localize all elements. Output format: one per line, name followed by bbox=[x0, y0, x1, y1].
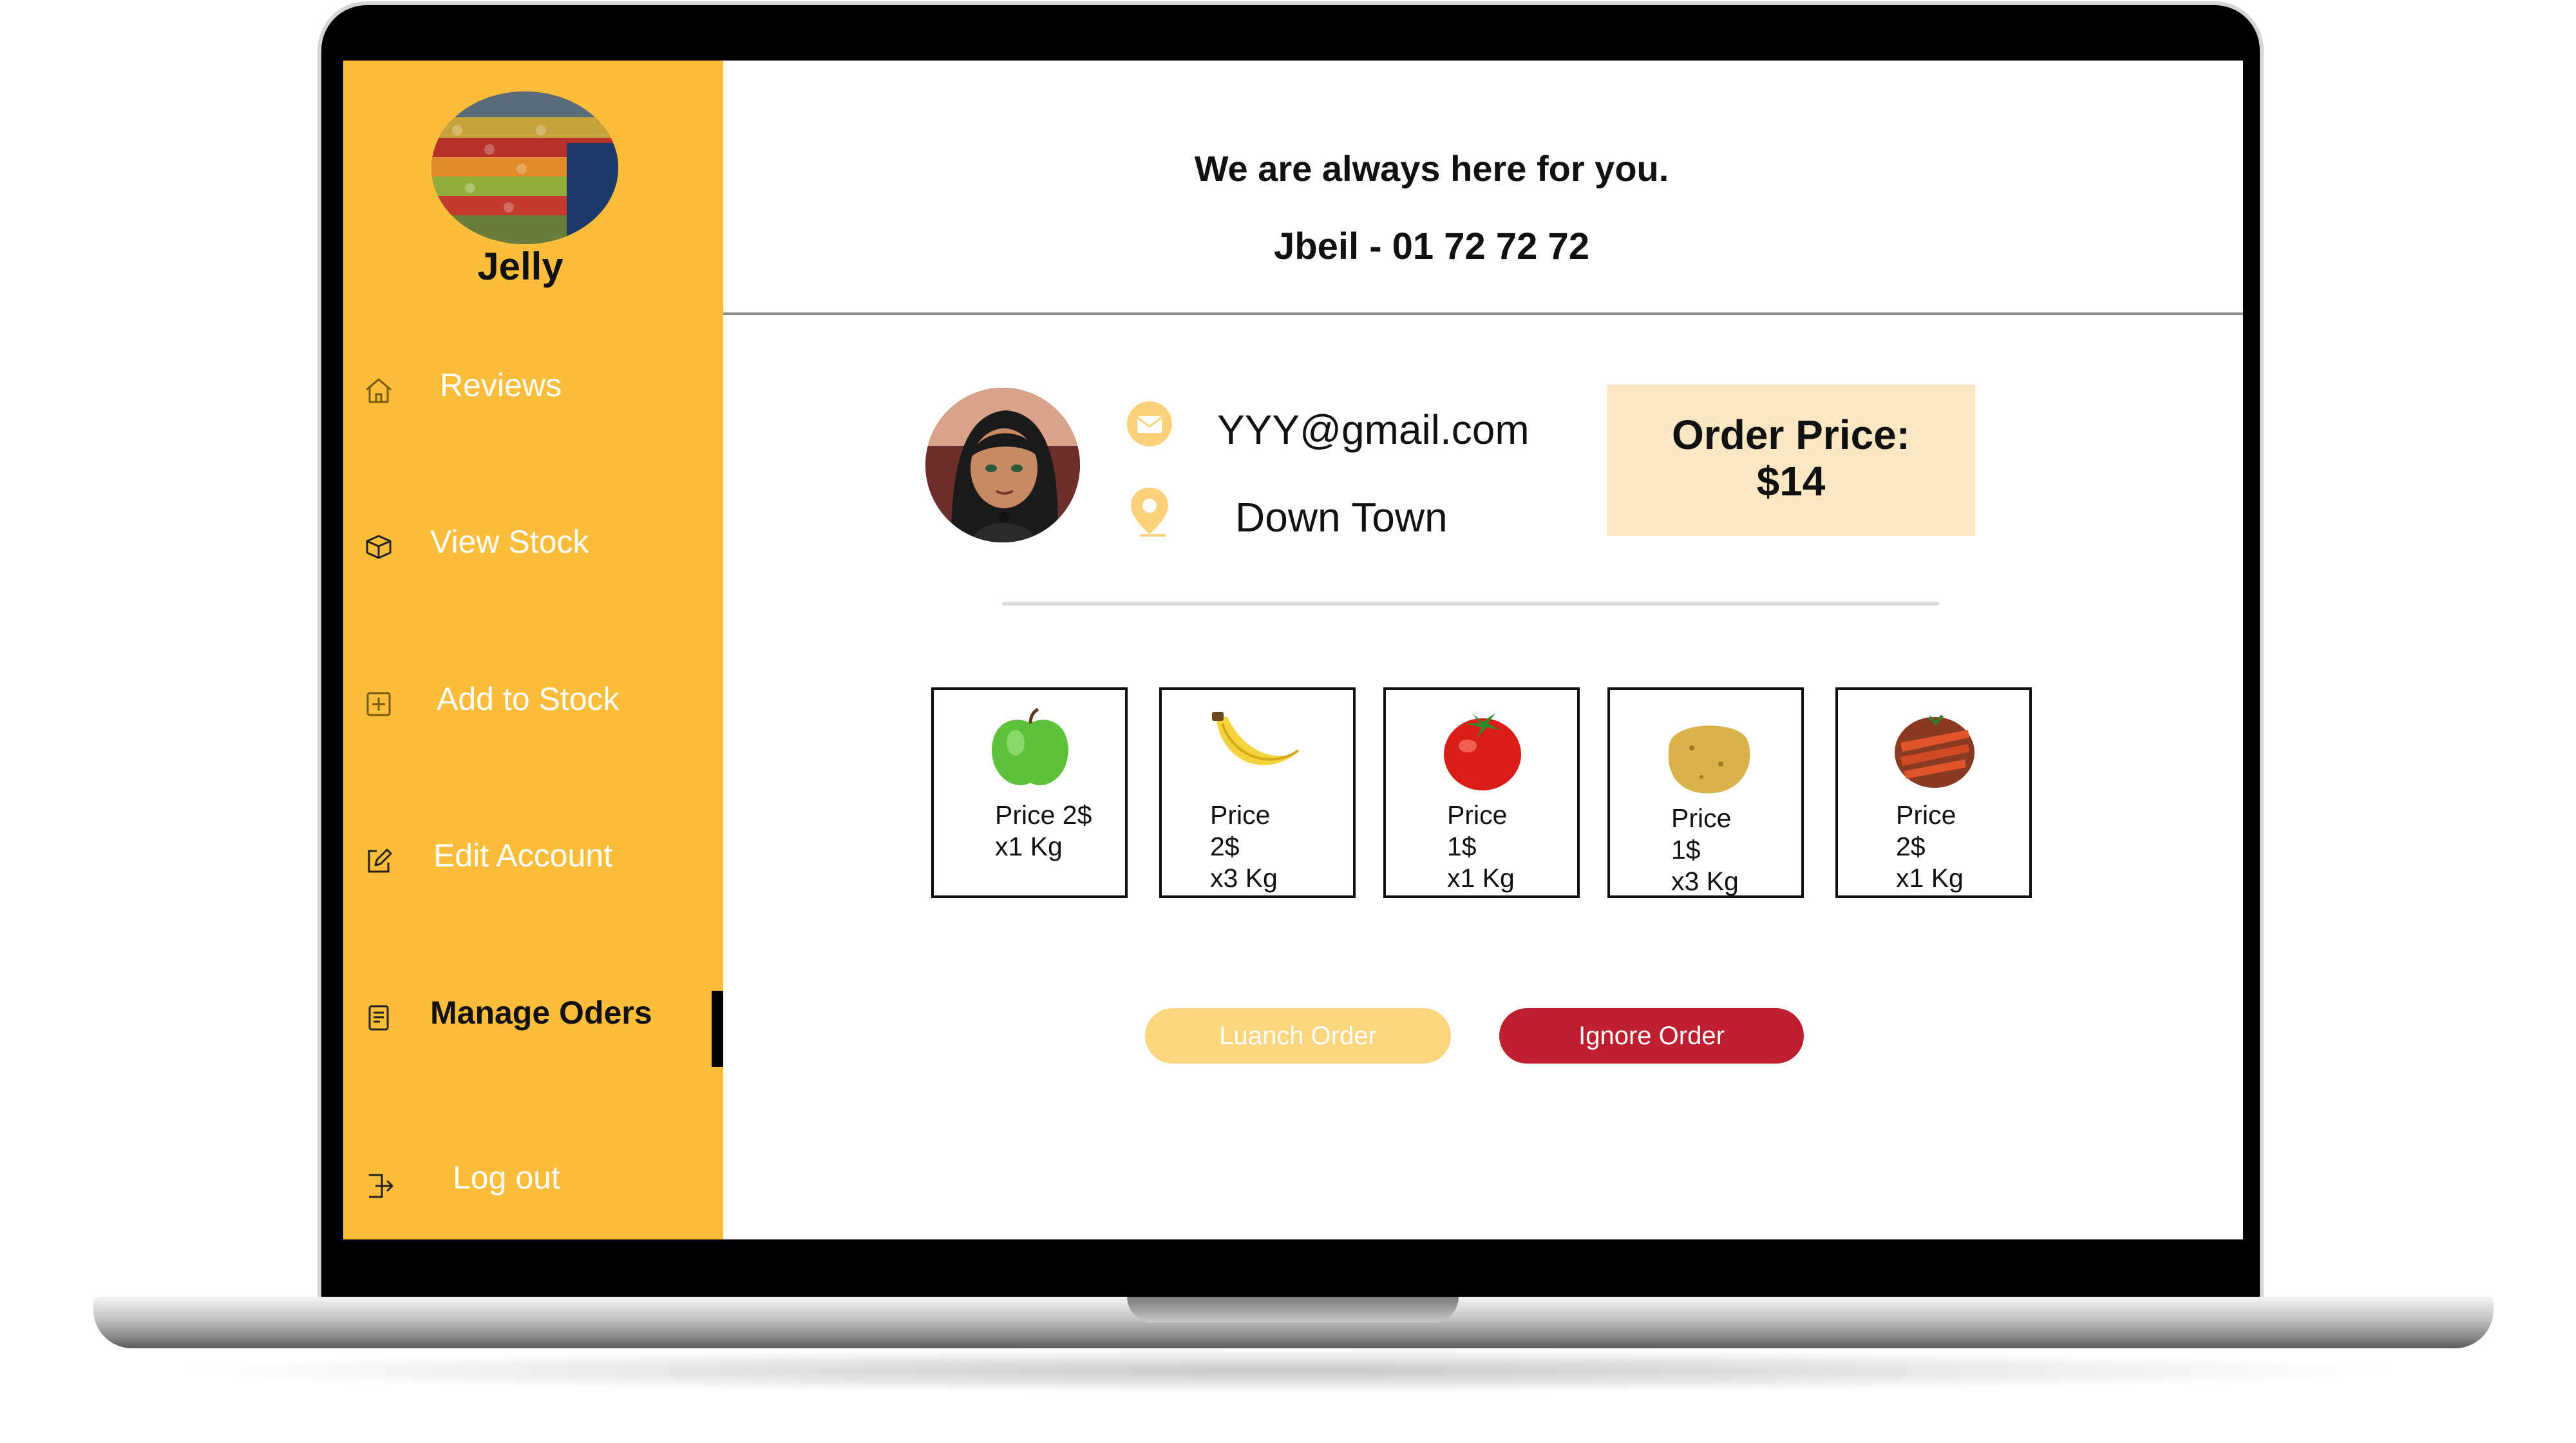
product-details: Price 2$ x1 Kg bbox=[995, 799, 1092, 863]
logout-icon bbox=[363, 1170, 395, 1202]
location-pin-icon bbox=[1121, 483, 1179, 540]
product-card-tomato[interactable]: Price 1$ x1 Kg bbox=[1383, 687, 1580, 898]
product-card-banana[interactable]: Price 2$ x3 Kg bbox=[1159, 687, 1356, 898]
product-details: Price 1$ x1 Kg bbox=[1447, 799, 1515, 894]
product-price-label: Price bbox=[1447, 800, 1508, 830]
product-price-label: Price bbox=[1896, 800, 1956, 830]
customer-avatar bbox=[925, 388, 1080, 542]
document-icon bbox=[363, 1002, 395, 1034]
launch-order-button[interactable]: Luanch Order bbox=[1145, 1008, 1451, 1064]
product-quantity: x1 Kg bbox=[1896, 863, 1964, 893]
laptop-notch bbox=[1127, 1297, 1459, 1323]
sidebar-item-reviews[interactable]: Reviews bbox=[343, 350, 723, 421]
carrot-image bbox=[1884, 704, 1984, 794]
sidebar-item-label: Edit Account bbox=[433, 837, 612, 874]
box-icon bbox=[363, 531, 395, 563]
product-price-label: Price bbox=[1671, 803, 1732, 833]
product-price: 2$ bbox=[1210, 832, 1240, 861]
sidebar-item-view-stock[interactable]: View Stock bbox=[343, 507, 723, 578]
main-header: We are always here for you. Jbeil - 01 7… bbox=[723, 61, 2243, 315]
order-price-label: Order Price: bbox=[1672, 412, 1910, 458]
product-quantity: x3 Kg bbox=[1671, 866, 1739, 896]
product-price-label: Price bbox=[1210, 800, 1271, 830]
potato-image bbox=[1656, 712, 1756, 803]
edit-icon bbox=[363, 845, 395, 877]
sidebar-item-label: Manage Oders bbox=[430, 995, 652, 1031]
product-details: Price 2$ x1 Kg bbox=[1896, 799, 1964, 894]
product-card-apple[interactable]: Price 2$ x1 Kg bbox=[931, 687, 1128, 898]
product-card-carrot[interactable]: Price 2$ x1 Kg bbox=[1835, 687, 2032, 898]
store-name: Jelly bbox=[477, 245, 564, 288]
sidebar-item-manage-orders[interactable]: Manage Oders bbox=[343, 978, 723, 1067]
sidebar: Jelly Reviews View Stock Add to Stock Ed… bbox=[343, 61, 723, 1239]
sidebar-item-edit-account[interactable]: Edit Account bbox=[343, 821, 723, 892]
active-indicator bbox=[712, 991, 723, 1067]
app-screen: Jelly Reviews View Stock Add to Stock Ed… bbox=[343, 61, 2243, 1239]
product-quantity: x3 Kg bbox=[1210, 863, 1278, 893]
sidebar-item-label: Add to Stock bbox=[437, 681, 620, 717]
product-details: Price 1$ x3 Kg bbox=[1671, 803, 1739, 897]
product-details: Price 2$ x3 Kg bbox=[1210, 799, 1278, 894]
customer-email: YYY@gmail.com bbox=[1217, 406, 1530, 453]
header-contact: Jbeil - 01 72 72 72 bbox=[1273, 225, 1590, 267]
product-quantity: x1 Kg bbox=[1447, 863, 1515, 893]
sidebar-item-add-to-stock[interactable]: Add to Stock bbox=[343, 664, 723, 735]
order-price-value: $14 bbox=[1756, 458, 1826, 504]
sidebar-item-label: Reviews bbox=[440, 367, 562, 403]
sidebar-item-label: Log out bbox=[453, 1160, 560, 1196]
sidebar-item-log-out[interactable]: Log out bbox=[343, 1143, 723, 1214]
apple-image bbox=[980, 704, 1080, 794]
product-quantity: x1 Kg bbox=[995, 832, 1063, 861]
product-price: 1$ bbox=[1447, 832, 1477, 861]
customer-location: Down Town bbox=[1235, 494, 1448, 540]
product-price: 2$ bbox=[1896, 832, 1926, 861]
plus-square-icon bbox=[363, 688, 395, 720]
product-price: Price 2$ bbox=[995, 800, 1092, 830]
home-icon bbox=[363, 374, 395, 406]
mail-icon bbox=[1121, 398, 1179, 456]
section-divider bbox=[1002, 602, 1939, 606]
laptop-shadow bbox=[167, 1348, 2409, 1393]
banana-image bbox=[1208, 704, 1308, 794]
header-tagline: We are always here for you. bbox=[1194, 148, 1669, 189]
store-logo-photo bbox=[431, 91, 618, 244]
order-price-box: Order Price: $14 bbox=[1607, 385, 1975, 536]
product-price: 1$ bbox=[1671, 835, 1701, 865]
tomato-image bbox=[1432, 704, 1532, 794]
product-card-potato[interactable]: Price 1$ x3 Kg bbox=[1607, 687, 1804, 898]
ignore-order-button[interactable]: Ignore Order bbox=[1499, 1008, 1804, 1064]
sidebar-item-label: View Stock bbox=[430, 524, 589, 560]
